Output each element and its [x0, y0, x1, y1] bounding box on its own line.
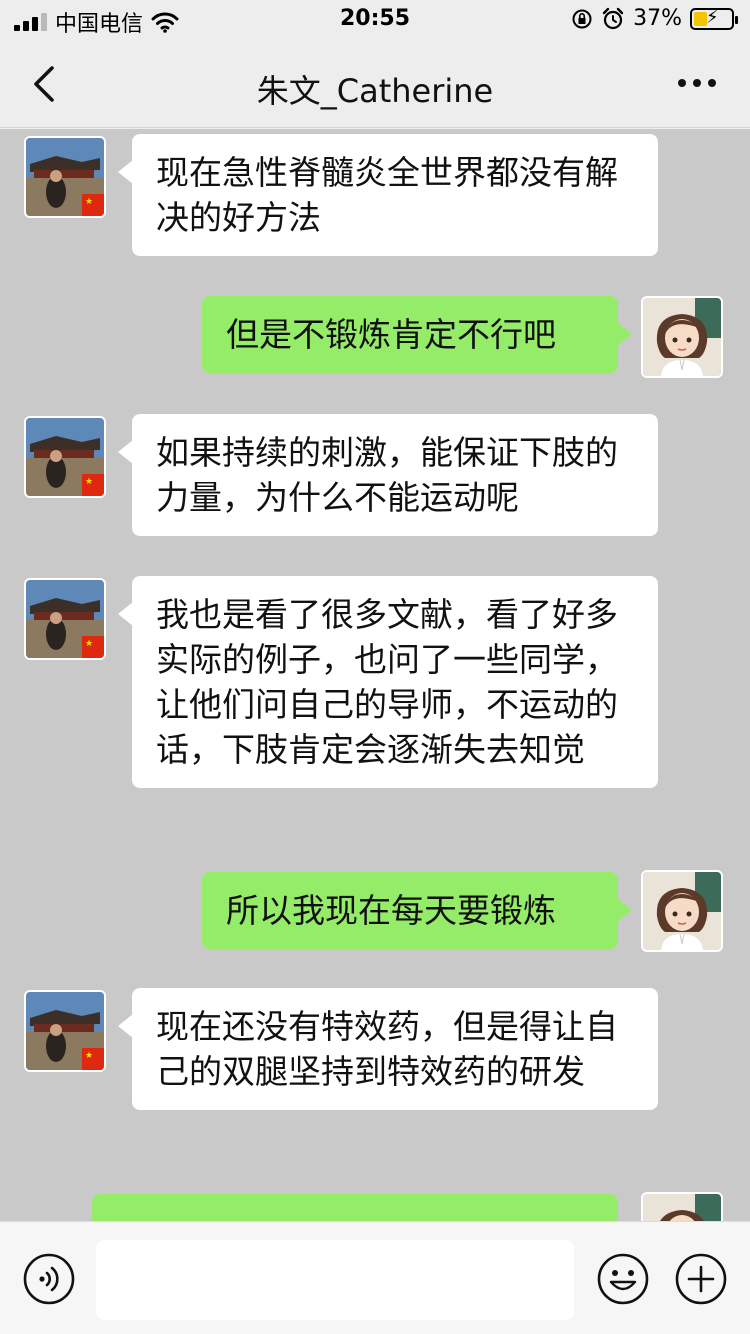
chat-header: 朱文_Catherine: [0, 40, 750, 128]
more-icon[interactable]: [672, 68, 722, 98]
self-avatar[interactable]: [641, 870, 723, 952]
message-input[interactable]: [96, 1240, 574, 1320]
message-bubble-outgoing[interactable]: 但是不锻炼肯定不行吧: [202, 296, 632, 373]
contact-avatar[interactable]: ★: [24, 578, 106, 660]
self-avatar[interactable]: [641, 296, 723, 378]
message-bubble-incoming[interactable]: 我也是看了很多文献，看了好多实际的例子，也问了一些同学，让他们问自己的导师，不运…: [118, 576, 658, 788]
contact-avatar[interactable]: ★: [24, 416, 106, 498]
message-list[interactable]: ★ 现在急性脊髓炎全世界都没有解决的好方法 但是不锻炼肯定不行吧 ★ 如果持续的…: [0, 129, 750, 1221]
svg-text:★: ★: [85, 639, 93, 649]
plus-icon[interactable]: [674, 1252, 728, 1306]
status-bar: 中国电信 20:55 37% ⚡: [0, 0, 750, 40]
emoji-icon[interactable]: [596, 1252, 650, 1306]
message-bubble-outgoing-partial[interactable]: [92, 1194, 632, 1221]
status-right: 37% ⚡: [571, 6, 738, 31]
message-bubble-incoming[interactable]: 现在急性脊髓炎全世界都没有解决的好方法: [118, 134, 658, 256]
contact-avatar[interactable]: ★: [24, 990, 106, 1072]
svg-text:★: ★: [85, 477, 93, 487]
message-bubble-incoming[interactable]: 如果持续的刺激，能保证下肢的力量，为什么不能运动呢: [118, 414, 658, 536]
rotation-lock-icon: [572, 9, 592, 28]
battery-icon: ⚡: [690, 6, 738, 30]
china-flag-icon: ★: [82, 1048, 104, 1070]
message-bubble-outgoing[interactable]: 所以我现在每天要锻炼: [202, 872, 632, 949]
voice-icon[interactable]: [22, 1252, 76, 1306]
chat-input-bar: [0, 1221, 750, 1334]
charging-icon: ⚡: [706, 6, 719, 28]
alarm-icon: [602, 7, 624, 29]
chat-title[interactable]: 朱文_Catherine: [0, 66, 750, 112]
svg-text:★: ★: [85, 197, 93, 207]
message-bubble-incoming[interactable]: 现在还没有特效药，但是得让自己的双腿坚持到特效药的研发: [118, 988, 658, 1110]
battery-percent: 37%: [633, 6, 682, 31]
contact-avatar[interactable]: ★: [24, 136, 106, 218]
china-flag-icon: ★: [82, 636, 104, 658]
china-flag-icon: ★: [82, 194, 104, 216]
self-avatar[interactable]: [641, 1192, 723, 1221]
svg-text:★: ★: [85, 1051, 93, 1061]
china-flag-icon: ★: [82, 474, 104, 496]
